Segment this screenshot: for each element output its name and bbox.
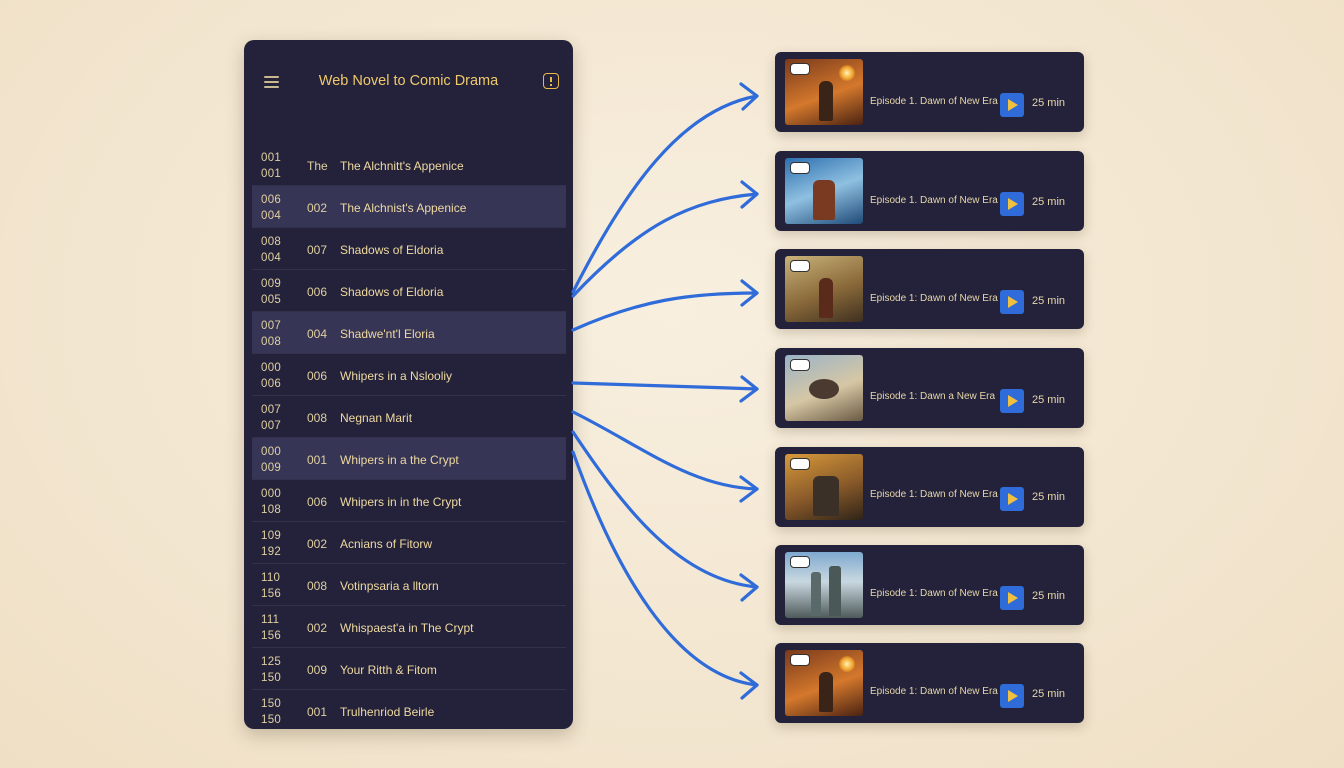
episode-card[interactable]: Episode 1: Dawn of New Era 25 min <box>775 249 1084 329</box>
mapping-arrow <box>571 94 759 294</box>
mapping-arrow <box>571 381 759 391</box>
episode-card[interactable]: Episode 1: Dawn a New Era 25 min <box>775 348 1084 428</box>
comic-thumbnail <box>785 650 863 716</box>
play-icon[interactable] <box>1000 684 1024 708</box>
mapping-arrow <box>571 291 759 332</box>
character-figure <box>819 278 833 318</box>
fire-glow <box>839 656 855 672</box>
episode-title: Episode 1: Dawn a New Era <box>870 391 996 402</box>
episode-card[interactable]: Episode 1: Dawn of New Era 25 min <box>775 447 1084 527</box>
arrowhead-icon <box>739 671 759 700</box>
speech-bubble <box>790 556 810 568</box>
episode-title: Episode 1: Dawn of New Era <box>870 588 998 599</box>
comic-thumbnail <box>785 355 863 421</box>
episode-title: Episode 1: Dawn of New Era <box>870 489 998 500</box>
dragon-figure <box>809 379 839 399</box>
character-figure <box>819 81 833 121</box>
speech-bubble <box>790 162 810 174</box>
episode-duration: 25 min <box>1032 295 1066 307</box>
episode-title: Episode 1: Dawn of New Era <box>870 293 998 304</box>
episode-card[interactable]: Episode 1: Dawn of New Era 25 min <box>775 643 1084 723</box>
episode-card[interactable]: Episode 1: Dawn of New Era 25 min <box>775 545 1084 625</box>
speech-bubble <box>790 654 810 666</box>
play-icon[interactable] <box>1000 586 1024 610</box>
episode-duration: 25 min <box>1032 394 1066 406</box>
episode-title: Episode 1. Dawn of New Era <box>870 195 998 206</box>
speech-bubble <box>790 260 810 272</box>
character-figure <box>813 180 835 220</box>
tower-figure <box>811 572 821 616</box>
episode-duration: 25 min <box>1032 590 1066 602</box>
mapping-arrows <box>571 82 759 700</box>
episode-card[interactable]: Episode 1. Dawn of New Era 25 min <box>775 151 1084 231</box>
episode-duration: 25 min <box>1032 688 1066 700</box>
episode-duration: 25 min <box>1032 196 1066 208</box>
play-icon[interactable] <box>1000 389 1024 413</box>
play-icon[interactable] <box>1000 93 1024 117</box>
character-figure <box>819 672 833 712</box>
comic-thumbnail <box>785 158 863 224</box>
episode-title: Episode 1. Dawn of New Era <box>870 96 998 107</box>
play-icon[interactable] <box>1000 290 1024 314</box>
play-icon[interactable] <box>1000 192 1024 216</box>
mapping-arrow <box>571 410 759 491</box>
character-figure <box>813 476 839 516</box>
comic-thumbnail <box>785 59 863 125</box>
comic-thumbnail <box>785 552 863 618</box>
episode-card[interactable]: Episode 1. Dawn of New Era 25 min <box>775 52 1084 132</box>
mapping-arrow <box>571 192 759 298</box>
comic-thumbnail <box>785 256 863 322</box>
episode-duration: 25 min <box>1032 97 1066 109</box>
play-icon[interactable] <box>1000 487 1024 511</box>
comic-thumbnail <box>785 454 863 520</box>
speech-bubble <box>790 458 810 470</box>
tower-figure <box>829 566 841 616</box>
fire-glow <box>839 65 855 81</box>
speech-bubble <box>790 63 810 75</box>
speech-bubble <box>790 359 810 371</box>
mapping-arrow <box>571 430 759 589</box>
episode-duration: 25 min <box>1032 491 1066 503</box>
episode-title: Episode 1: Dawn of New Era <box>870 686 998 697</box>
